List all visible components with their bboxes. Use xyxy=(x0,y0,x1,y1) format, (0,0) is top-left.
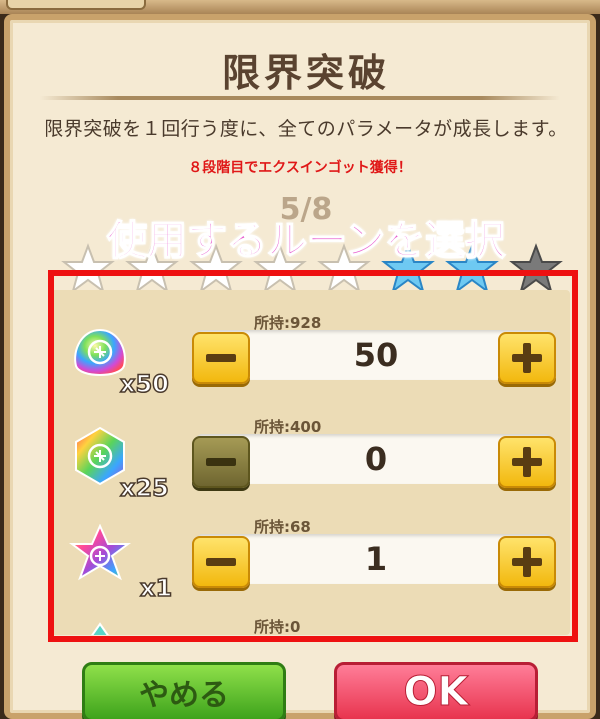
rune-row-3: x1 所持:68 1 xyxy=(50,516,570,616)
rune-multiplier: x50 xyxy=(119,369,169,399)
increase-button[interactable] xyxy=(498,436,556,488)
quantity-stepper: 1 xyxy=(192,534,556,588)
bonus-note: ８段階目でエクスインゴット獲得！ xyxy=(188,160,412,176)
quantity-value: 1 xyxy=(364,540,388,578)
quantity-stepper: 0 xyxy=(192,434,556,488)
overlay-caption: 使用するルーンを選択 xyxy=(106,217,506,265)
cancel-button[interactable]: やめる xyxy=(82,662,286,719)
rune-list[interactable]: x50 所持:928 50 x25 所持:400 0 x1 所持:68 1 所持… xyxy=(50,290,570,635)
quantity-value: 0 xyxy=(364,440,388,478)
rune-row-2: x25 所持:400 0 xyxy=(50,416,570,516)
ok-button[interactable]: OK xyxy=(334,662,538,719)
increase-button[interactable] xyxy=(498,536,556,588)
rune-multiplier: x1 xyxy=(139,573,173,603)
plus-icon xyxy=(512,343,542,373)
dialog-description: 限界突破を１回行う度に、全てのパラメータが成長します。 xyxy=(44,118,568,140)
quantity-value: 50 xyxy=(353,336,399,374)
top-bar xyxy=(0,0,600,14)
title-divider xyxy=(40,96,560,100)
rainbow-star-rune-icon xyxy=(68,524,132,588)
top-tab xyxy=(6,0,146,10)
dialog-header: 限界突破 xyxy=(10,42,600,97)
minus-icon xyxy=(206,354,236,362)
plus-icon xyxy=(512,447,542,477)
owned-count: 所持:0 xyxy=(254,618,301,635)
rune-row-4: 所持:0 xyxy=(50,616,570,635)
increase-button[interactable] xyxy=(498,332,556,384)
minus-icon xyxy=(206,558,236,566)
quantity-stepper: 50 xyxy=(192,330,556,384)
rune-multiplier: x25 xyxy=(119,473,169,503)
plus-icon xyxy=(512,547,542,577)
rune-row-1: x50 所持:928 50 xyxy=(50,312,570,412)
rainbow-rune-icon xyxy=(68,622,132,635)
limit-break-dialog: 限界突破 限界突破を１回行う度に、全てのパラメータが成長します。 ８段階目でエク… xyxy=(4,14,596,719)
minus-icon xyxy=(206,458,236,466)
dialog-title: 限界突破 xyxy=(221,51,390,95)
